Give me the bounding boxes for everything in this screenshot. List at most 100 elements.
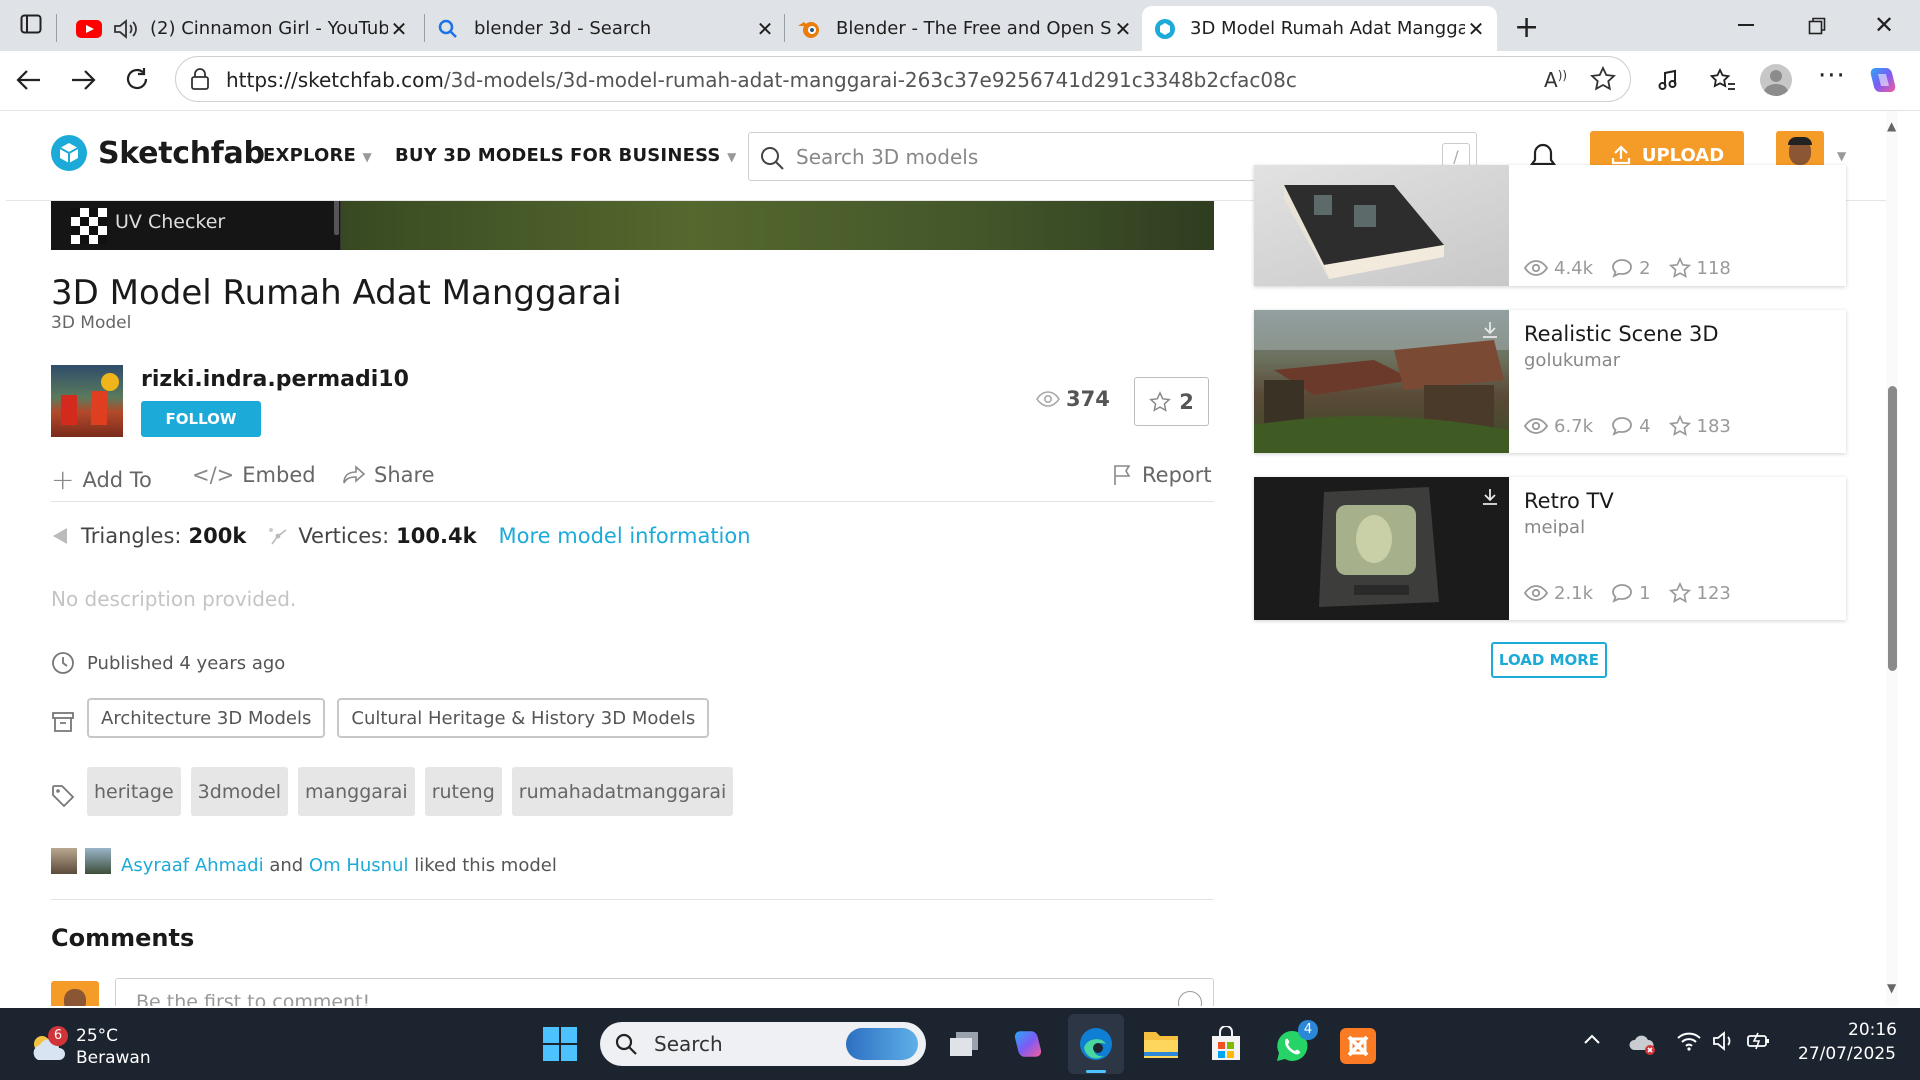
tag-chip[interactable]: 3dmodel bbox=[190, 767, 288, 816]
follow-button[interactable]: FOLLOW bbox=[141, 401, 261, 437]
weather-widget[interactable]: 6 25°C Berawan bbox=[26, 1020, 156, 1070]
copilot-icon[interactable] bbox=[1868, 65, 1898, 95]
scroll-handle[interactable] bbox=[334, 195, 339, 235]
embed-button[interactable]: </> Embed bbox=[192, 463, 316, 487]
related-model-author[interactable]: golukumar bbox=[1524, 350, 1620, 371]
related-model-card[interactable]: Realistic Scene 3D golukumar 6.7k 4 183 bbox=[1254, 310, 1846, 453]
scroll-down-arrow[interactable]: ▼ bbox=[1887, 981, 1896, 995]
tab-actions-icon[interactable] bbox=[20, 13, 42, 35]
read-aloud-icon[interactable]: A)) bbox=[1544, 68, 1567, 92]
code-icon: </> bbox=[192, 463, 235, 487]
nav-for-business[interactable]: FOR BUSINESS ▼ bbox=[570, 145, 737, 166]
liker-avatar[interactable] bbox=[85, 848, 111, 874]
favorites-icon[interactable] bbox=[1710, 68, 1736, 92]
tab-youtube[interactable]: (2) Cinnamon Girl - YouTube ✕ bbox=[62, 6, 420, 51]
view-count: 4.4k bbox=[1554, 257, 1594, 279]
related-model-thumbnail[interactable] bbox=[1254, 165, 1509, 286]
related-model-card[interactable]: 4.4k 2 118 bbox=[1254, 165, 1846, 286]
related-model-title[interactable]: Realistic Scene 3D bbox=[1524, 322, 1719, 346]
author-name[interactable]: rizki.indra.permadi10 bbox=[141, 367, 409, 392]
microsoft-store-icon[interactable] bbox=[1208, 1026, 1244, 1062]
close-window-icon[interactable]: ✕ bbox=[1874, 11, 1894, 39]
more-menu-icon[interactable]: ··· bbox=[1818, 61, 1846, 91]
scroll-up-arrow[interactable]: ▲ bbox=[1887, 119, 1896, 133]
onedrive-icon[interactable] bbox=[1628, 1032, 1658, 1056]
emoji-icon[interactable] bbox=[1178, 991, 1202, 1006]
tab-sketchfab[interactable]: 3D Model Rumah Adat Manggara ✕ bbox=[1142, 6, 1497, 51]
refresh-icon[interactable] bbox=[124, 66, 150, 92]
close-tab-icon[interactable]: ✕ bbox=[1465, 17, 1487, 41]
volume-icon[interactable] bbox=[1712, 1030, 1736, 1052]
profile-avatar-icon[interactable] bbox=[1760, 64, 1792, 96]
share-button[interactable]: Share bbox=[342, 463, 435, 487]
tag-chip[interactable]: heritage bbox=[87, 767, 181, 816]
related-model-card[interactable]: Retro TV meipal 2.1k 1 123 bbox=[1254, 477, 1846, 620]
related-model-title[interactable]: Retro TV bbox=[1524, 489, 1614, 513]
like-count: 123 bbox=[1696, 582, 1731, 604]
tag-chip[interactable]: rumahadatmanggarai bbox=[511, 767, 734, 816]
related-model-thumbnail[interactable] bbox=[1254, 310, 1509, 453]
nav-explore[interactable]: EXPLORE ▼ bbox=[263, 145, 372, 166]
liked-by-text: Asyraaf Ahmadi and Om Husnul liked this … bbox=[121, 855, 557, 876]
close-tab-icon[interactable]: ✕ bbox=[754, 17, 776, 41]
chevron-up-icon[interactable] bbox=[1582, 1032, 1602, 1046]
tab-blender[interactable]: Blender - The Free and Open Sou ✕ bbox=[788, 6, 1142, 51]
load-more-button[interactable]: LOAD MORE bbox=[1491, 642, 1607, 678]
report-button[interactable]: Report bbox=[1112, 463, 1212, 487]
back-icon[interactable] bbox=[16, 68, 42, 92]
media-icon[interactable] bbox=[1656, 68, 1680, 92]
xampp-icon[interactable] bbox=[1340, 1028, 1376, 1064]
more-model-info-link[interactable]: More model information bbox=[499, 524, 751, 548]
comment-input[interactable]: Be the first to comment! bbox=[115, 978, 1214, 1006]
comment-icon bbox=[1611, 583, 1633, 603]
author-avatar[interactable] bbox=[51, 365, 123, 437]
close-tab-icon[interactable]: ✕ bbox=[1112, 17, 1134, 41]
download-icon[interactable] bbox=[1480, 487, 1500, 507]
like-button[interactable]: 2 bbox=[1134, 377, 1209, 426]
minimize-icon[interactable] bbox=[1738, 24, 1754, 26]
comment-stat: 1 bbox=[1611, 583, 1651, 604]
category-chip[interactable]: Architecture 3D Models bbox=[87, 698, 326, 738]
clock-date[interactable]: 27/07/2025 bbox=[1798, 1044, 1896, 1064]
speaker-icon[interactable] bbox=[112, 18, 138, 40]
tag-chip[interactable]: ruteng bbox=[424, 767, 502, 816]
add-to-button[interactable]: + Add To bbox=[51, 463, 152, 496]
favorite-star-icon[interactable] bbox=[1590, 66, 1616, 92]
restore-icon[interactable] bbox=[1808, 17, 1826, 35]
lock-icon[interactable] bbox=[190, 68, 210, 90]
close-tab-icon[interactable]: ✕ bbox=[388, 17, 410, 41]
new-tab-icon[interactable]: + bbox=[1514, 10, 1539, 45]
url-domain: https://sketchfab.com bbox=[226, 68, 444, 92]
tab-separator bbox=[56, 14, 57, 42]
tab-bing-search[interactable]: blender 3d - Search ✕ bbox=[428, 6, 784, 51]
scroll-thumb[interactable] bbox=[1888, 386, 1897, 671]
chevron-down-icon[interactable]: ▼ bbox=[1837, 149, 1846, 163]
download-icon[interactable] bbox=[1480, 320, 1500, 340]
clock-time[interactable]: 20:16 bbox=[1848, 1020, 1897, 1040]
liker-link[interactable]: Om Husnul bbox=[309, 855, 409, 876]
category-chip[interactable]: Cultural Heritage & History 3D Models bbox=[337, 698, 710, 738]
liked-and: and bbox=[269, 855, 304, 876]
youtube-icon bbox=[76, 19, 102, 38]
liker-link[interactable]: Asyraaf Ahmadi bbox=[121, 855, 264, 876]
nav-buy-models[interactable]: BUY 3D MODELS bbox=[395, 145, 564, 166]
taskbar-search[interactable]: Search bbox=[600, 1022, 926, 1066]
page-scrollbar[interactable]: ▲ ▼ bbox=[1886, 111, 1898, 1006]
like-count: 2 bbox=[1179, 389, 1194, 414]
related-model-author[interactable]: meipal bbox=[1524, 517, 1585, 538]
related-model-thumbnail[interactable] bbox=[1254, 477, 1509, 620]
url-bar[interactable]: https://sketchfab.com/3d-models/3d-model… bbox=[175, 56, 1631, 102]
copilot-taskbar-icon[interactable] bbox=[1012, 1028, 1044, 1060]
url-text[interactable]: https://sketchfab.com/3d-models/3d-model… bbox=[226, 68, 1297, 92]
tag-chip[interactable]: manggarai bbox=[297, 767, 415, 816]
eye-icon bbox=[1524, 418, 1548, 434]
edge-taskbar-icon[interactable] bbox=[1068, 1014, 1124, 1074]
file-explorer-icon[interactable] bbox=[1142, 1028, 1180, 1060]
start-button-icon[interactable] bbox=[542, 1026, 578, 1062]
liker-avatar[interactable] bbox=[51, 848, 77, 874]
task-view-icon[interactable] bbox=[948, 1030, 980, 1058]
wifi-icon[interactable] bbox=[1676, 1030, 1702, 1052]
forward-icon[interactable] bbox=[70, 68, 96, 92]
battery-icon[interactable] bbox=[1746, 1030, 1772, 1052]
sketchfab-logo[interactable]: Sketchfab bbox=[50, 134, 265, 172]
